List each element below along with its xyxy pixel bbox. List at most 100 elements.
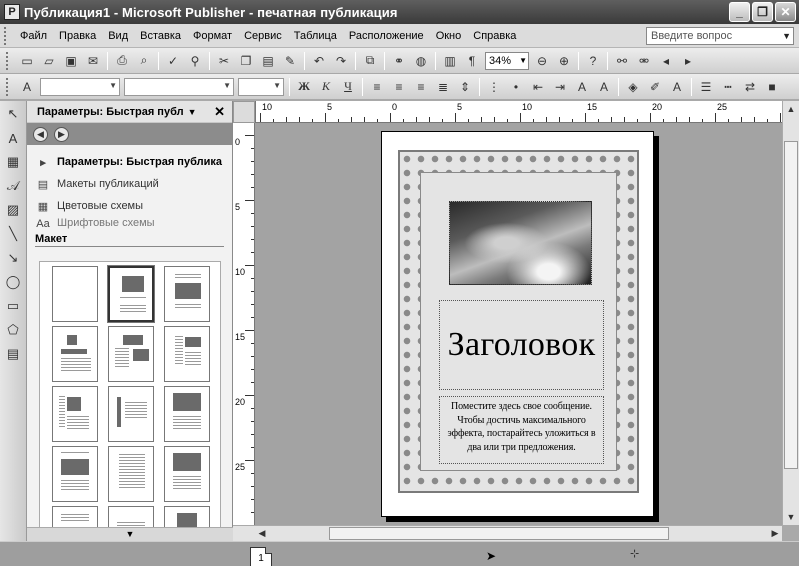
task-pane-scroll-down[interactable]: ▼ (27, 527, 233, 541)
align-center-icon[interactable]: ≡ (389, 77, 409, 97)
style-select[interactable]: ▼ (40, 77, 120, 96)
menu-insert[interactable]: Вставка (134, 25, 187, 47)
next-text-box-icon[interactable]: ▸ (678, 51, 698, 71)
layout-thumbnail[interactable] (164, 386, 210, 442)
task-pane-header[interactable]: Параметры: Быстрая публ ▼ ✕ (27, 101, 232, 123)
link-text-box-icon[interactable]: ⚯ (612, 51, 632, 71)
previous-text-box-icon[interactable]: ◂ (656, 51, 676, 71)
layout-thumbnail[interactable] (108, 446, 154, 502)
title-text-frame[interactable]: Заголовок (439, 300, 604, 390)
line-style-icon[interactable]: ☰ (696, 77, 716, 97)
menu-view[interactable]: Вид (102, 25, 134, 47)
layout-thumbnail-selected[interactable] (107, 265, 155, 323)
close-icon[interactable]: ✕ (214, 104, 225, 120)
font-select[interactable]: ▼ (124, 77, 234, 96)
vertical-ruler[interactable]: 0 5 10 15 20 25 (233, 123, 255, 525)
rectangle-icon[interactable]: ▭ (2, 295, 24, 317)
font-size-increase-icon[interactable]: A (594, 77, 614, 97)
cut-icon[interactable]: ✂ (214, 51, 234, 71)
shadow-style-icon[interactable]: ■ (762, 77, 782, 97)
minimize-button[interactable]: _ (729, 2, 750, 22)
new-document-icon[interactable]: ▭ (17, 51, 37, 71)
layout-thumbnail[interactable] (52, 266, 98, 322)
menu-edit[interactable]: Правка (53, 25, 102, 47)
help-icon[interactable]: ? (583, 51, 603, 71)
publication-page[interactable]: Заголовок Поместите здесь свое сообщение… (381, 131, 654, 517)
web-icon[interactable]: ◍ (411, 51, 431, 71)
layout-thumbnail[interactable] (164, 266, 210, 322)
font-size-select[interactable]: ▼ (238, 77, 284, 96)
menu-help[interactable]: Справка (467, 25, 522, 47)
save-icon[interactable]: ▣ (61, 51, 81, 71)
layout-thumbnail[interactable] (164, 446, 210, 502)
zoom-select[interactable]: 34% ▼ (485, 51, 529, 70)
layout-thumbnail[interactable] (52, 446, 98, 502)
message-text[interactable]: Поместите здесь свое сообщение. Чтобы до… (442, 400, 601, 454)
autoshapes-icon[interactable]: ⬠ (2, 319, 24, 341)
menu-arrange[interactable]: Расположение (343, 25, 430, 47)
chevron-down-icon[interactable]: ▼ (519, 54, 527, 68)
wordart-icon[interactable]: 𝒜 (2, 175, 24, 197)
horizontal-ruler[interactable]: 105051015202530 (255, 101, 782, 123)
link-publication-designs[interactable]: ▤ Макеты публикаций (35, 173, 232, 195)
toolbar-grip[interactable] (6, 51, 12, 70)
page-navigation-button[interactable]: 1 (250, 547, 272, 566)
horizontal-scroll-thumb[interactable] (329, 527, 669, 540)
open-folder-icon[interactable]: ▱ (39, 51, 59, 71)
picture-frame-icon[interactable]: ▨ (2, 199, 24, 221)
research-icon[interactable]: ⚲ (185, 51, 205, 71)
arrow-style-icon[interactable]: ⇄ (740, 77, 760, 97)
bold-button[interactable]: Ж (294, 77, 314, 97)
line-color-icon[interactable]: ✐ (645, 77, 665, 97)
copy-icon[interactable]: ❐ (236, 51, 256, 71)
line-icon[interactable]: ╲ (2, 223, 24, 245)
email-icon[interactable]: ✉ (83, 51, 103, 71)
link-font-schemes[interactable]: Aa Шрифтовые схемы (35, 217, 232, 231)
numbering-icon[interactable]: ⋮ (484, 77, 504, 97)
layout-thumbnail[interactable] (164, 326, 210, 382)
bring-forward-icon[interactable]: ⧉ (360, 51, 380, 71)
italic-button[interactable]: К (316, 77, 336, 97)
insert-hyperlink-icon[interactable]: ⚭ (389, 51, 409, 71)
layout-thumbnail[interactable] (52, 386, 98, 442)
select-pointer-icon[interactable]: ↖ (2, 103, 24, 125)
zoom-out-icon[interactable]: ⊖ (532, 51, 552, 71)
redo-icon[interactable]: ↷ (331, 51, 351, 71)
paragraph-marks-icon[interactable]: ¶ (462, 51, 482, 71)
horizontal-scrollbar[interactable]: ◀ ▶ (255, 525, 782, 541)
chevron-down-icon[interactable]: ▼ (109, 81, 117, 90)
help-search-input[interactable]: Введите вопрос ▼ (646, 27, 794, 45)
format-painter-icon[interactable]: ✎ (280, 51, 300, 71)
paste-icon[interactable]: ▤ (258, 51, 278, 71)
scroll-down-icon[interactable]: ▼ (783, 509, 799, 525)
menu-window[interactable]: Окно (430, 25, 468, 47)
chevron-down-icon[interactable]: ▼ (273, 81, 281, 90)
decrease-indent-icon[interactable]: ⇤ (528, 77, 548, 97)
zoom-in-icon[interactable]: ⊕ (554, 51, 574, 71)
menu-tools[interactable]: Сервис (238, 25, 288, 47)
maximize-button[interactable]: ❐ (752, 2, 773, 22)
arrow-icon[interactable]: ↘ (2, 247, 24, 269)
chevron-down-icon[interactable]: ▼ (188, 107, 197, 117)
chevron-down-icon[interactable]: ▼ (782, 29, 791, 43)
ruler-origin[interactable] (233, 101, 255, 123)
toolbar-grip[interactable] (6, 77, 12, 96)
undo-icon[interactable]: ↶ (309, 51, 329, 71)
line-spacing-icon[interactable]: ⇕ (455, 77, 475, 97)
scroll-right-icon[interactable]: ▶ (768, 526, 782, 541)
layout-thumbnail[interactable] (108, 506, 154, 528)
print-icon[interactable]: ⎙ (112, 51, 132, 71)
columns-icon[interactable]: ▥ (440, 51, 460, 71)
bullets-icon[interactable]: • (506, 77, 526, 97)
menu-table[interactable]: Таблица (288, 25, 343, 47)
link-quick-publication-options[interactable]: ▸ Параметры: Быстрая публика (35, 151, 232, 173)
justify-icon[interactable]: ≣ (433, 77, 453, 97)
font-size-decrease-icon[interactable]: A (572, 77, 592, 97)
dash-style-icon[interactable]: ┅ (718, 77, 738, 97)
oval-icon[interactable]: ◯ (2, 271, 24, 293)
picture-placeholder[interactable] (449, 201, 592, 285)
scroll-left-icon[interactable]: ◀ (255, 526, 269, 541)
message-text-frame[interactable]: Поместите здесь свое сообщение. Чтобы до… (439, 396, 604, 464)
menu-grip[interactable] (4, 26, 10, 45)
publisher-app-icon[interactable]: P (4, 4, 20, 20)
